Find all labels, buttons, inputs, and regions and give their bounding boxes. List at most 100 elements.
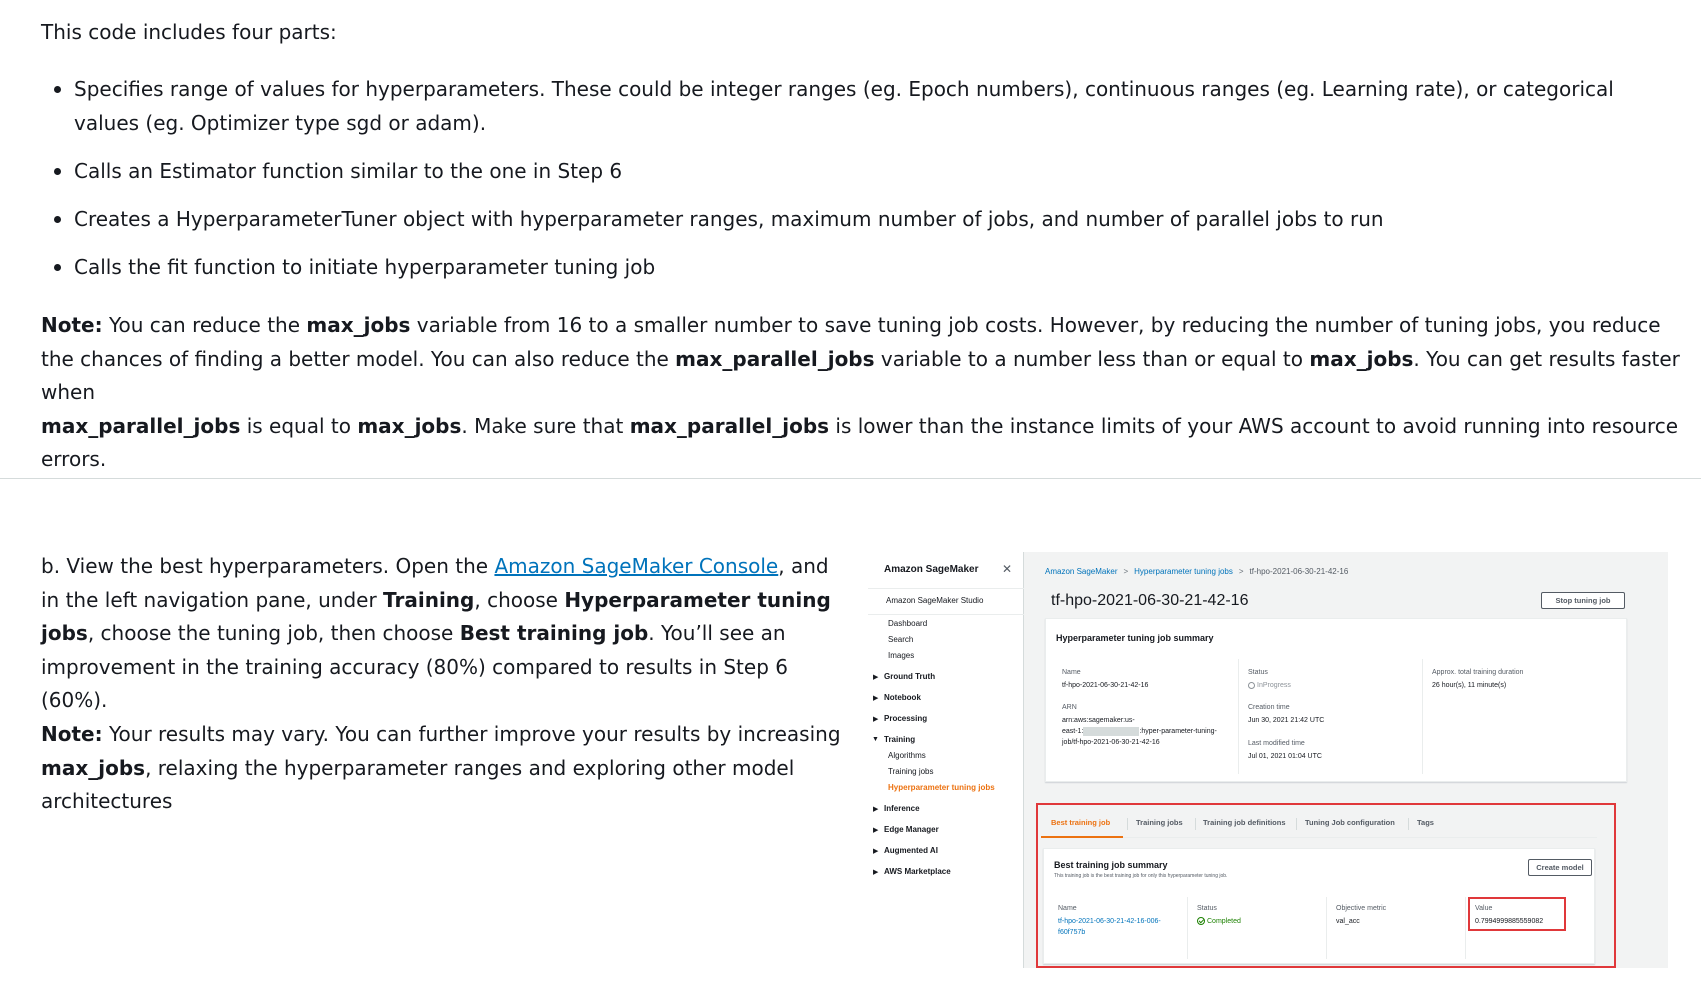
note-text: You can reduce the [102,313,307,337]
nav-section-training[interactable]: Training [884,735,915,744]
creation-time-label: Creation time [1248,704,1290,711]
tab-divider [1195,818,1196,830]
caret-right-icon: ▶ [873,674,879,681]
step-text: b. View the best hyperparameters. Open t… [41,554,495,578]
best-job-subtitle: This training job is the best training j… [1054,873,1228,879]
breadcrumb-current: tf-hpo-2021-06-30-21-42-16 [1249,567,1349,576]
best-status-value: Completed [1197,916,1241,927]
code-term: max_jobs [306,313,411,337]
nav-item-dashboard[interactable]: Dashboard [888,619,927,628]
nav-divider [868,614,1024,615]
note-text: variable to a number less than or equal … [874,346,1310,371]
ui-term: Best training job [459,621,649,645]
step-text: , choose [474,587,565,612]
breadcrumb: Amazon SageMaker > Hyperparameter tuning j… [1045,567,1348,576]
caret-right-icon: ▶ [873,716,879,723]
best-name-label: Name [1058,905,1077,912]
caret-right-icon: ▶ [873,806,879,813]
nav-section-ground-truth[interactable]: Ground Truth [884,672,935,681]
redacted-account-id [1083,726,1140,736]
nav-item-hpt-jobs[interactable]: Hyperparameter tuning jobs [888,783,995,792]
nav-item-algorithms[interactable]: Algorithms [888,751,926,760]
nav-item-training-jobs[interactable]: Training jobs [888,767,934,776]
breadcrumb-hpt-jobs[interactable]: Hyperparameter tuning jobs [1134,567,1233,576]
caret-down-icon: ▼ [872,736,879,743]
tab-tags[interactable]: Tags [1417,818,1434,827]
list-item: Calls the fit function to initiate hyper… [41,250,1661,284]
arn-value-line2: east-1: :hyper-parameter-tuning- [1062,726,1217,737]
nav-section-augmented-ai[interactable]: Augmented AI [884,846,938,855]
best-name-value-line1[interactable]: tf-hpo-2021-06-30-21-42-16-006- [1058,916,1161,927]
tab-divider [1408,818,1409,830]
name-label: Name [1062,669,1081,676]
code-term: max_parallel_jobs [675,346,875,371]
step-b-text: b. View the best hyperparameters. Open t… [41,550,841,718]
breadcrumb-separator-icon: > [1238,567,1244,576]
breadcrumb-separator-icon: > [1123,567,1129,576]
console-main: Amazon SageMaker > Hyperparameter tuning j… [1025,552,1668,968]
note-label: Note: [41,313,103,337]
name-value: tf-hpo-2021-06-30-21-42-16 [1062,682,1149,689]
summary-heading: Hyperparameter tuning job summary [1056,633,1214,643]
tab-best-training-job[interactable]: Best training job [1051,818,1110,827]
ui-term: Training [383,587,475,612]
nav-section-processing[interactable]: Processing [884,714,927,723]
nav-item-images[interactable]: Images [888,651,914,660]
value-highlight-box [1468,897,1566,931]
tab-tuning-job-configuration[interactable]: Tuning Job configuration [1305,818,1395,827]
breadcrumb-sagemaker[interactable]: Amazon SageMaker [1045,567,1117,576]
arn-label: ARN [1062,704,1077,711]
sagemaker-console-link[interactable]: Amazon SageMaker Console [494,554,778,578]
note-max-jobs: Note: You can reduce the max_jobs variab… [41,309,1681,477]
check-circle-icon [1197,917,1205,926]
tab-bar: Best training job Training jobs Training… [1041,810,1597,838]
note-results: Note: Your results may vary. You can fur… [41,718,841,819]
best-training-job-card: Best training job summary This training … [1043,848,1595,964]
tab-training-job-definitions[interactable]: Training job definitions [1203,818,1286,827]
column-divider [1326,897,1327,959]
nav-section-edge-manager[interactable]: Edge Manager [884,825,939,834]
creation-time-value: Jun 30, 2021 21:42 UTC [1248,717,1325,724]
status-label: Status [1248,669,1268,676]
status-text: Completed [1207,918,1241,925]
arn-text: :hyper-parameter-tuning- [1139,728,1217,735]
nav-divider [868,588,1024,589]
tab-training-jobs[interactable]: Training jobs [1136,818,1183,827]
create-model-button[interactable]: Create model [1528,859,1592,876]
tab-divider [1296,818,1297,830]
page-title: tf-hpo-2021-06-30-21-42-16 [1051,592,1249,609]
step-text: , choose the tuning job, then choose [87,621,460,645]
note-text: is equal to [240,413,358,438]
nav-section-inference[interactable]: Inference [884,804,920,813]
column-divider [1422,659,1423,774]
column-divider [1187,897,1188,959]
tuning-job-summary-card: Hyperparameter tuning job summary Name t… [1045,618,1627,782]
code-term: max_parallel_jobs [41,413,241,438]
code-term: max_parallel_jobs [629,413,830,438]
modified-time-label: Last modified time [1248,740,1305,747]
nav-section-aws-marketplace[interactable]: AWS Marketplace [884,867,951,876]
close-icon[interactable]: ✕ [1002,562,1012,576]
in-progress-icon [1248,681,1255,689]
side-navigation: Amazon SageMaker ✕ Amazon SageMaker Stud… [868,552,1024,968]
active-tab-indicator [1041,836,1123,838]
best-name-value-line2[interactable]: f60f757b [1058,927,1085,938]
modified-time-value: Jul 01, 2021 01:04 UTC [1248,753,1322,760]
console-brand: Amazon SageMaker [884,564,979,575]
note-label: Note: [41,722,103,746]
arn-value-line1: arn:aws:sagemaker:us- [1062,717,1135,724]
code-term: max_jobs [357,413,462,438]
arn-value-line3: job/tf-hpo-2021-06-30-21-42-16 [1062,739,1160,746]
duration-value: 26 hour(s), 11 minute(s) [1432,682,1507,689]
best-job-heading: Best training job summary [1054,860,1168,870]
stop-tuning-job-button[interactable]: Stop tuning job [1541,592,1625,609]
parts-list: Specifies range of values for hyperparam… [41,72,1661,298]
nav-section-notebook[interactable]: Notebook [884,693,921,702]
nav-item-studio[interactable]: Amazon SageMaker Studio [886,596,983,605]
caret-right-icon: ▶ [873,695,879,702]
note-text: , relaxing the hyperparameter ranges and… [41,755,795,814]
nav-item-search[interactable]: Search [888,635,913,644]
arn-text: east-1: [1062,728,1084,735]
caret-right-icon: ▶ [873,827,879,834]
status-value: InProgress [1248,680,1291,691]
